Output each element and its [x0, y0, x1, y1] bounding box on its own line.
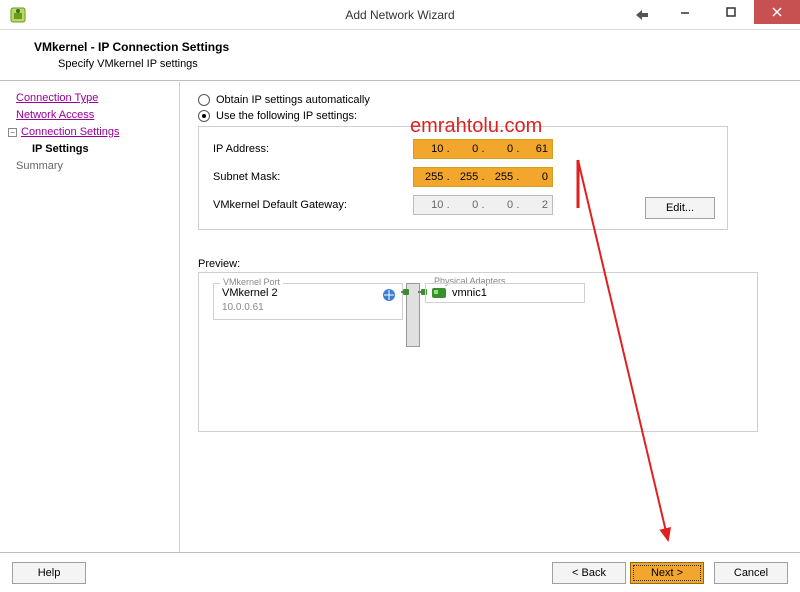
page-title: VMkernel - IP Connection Settings: [34, 40, 800, 54]
subnet-mask-label: Subnet Mask:: [213, 171, 413, 183]
ip-address-label: IP Address:: [213, 143, 413, 155]
ip-octet[interactable]: 255: [488, 171, 513, 183]
radio-auto-ip[interactable]: [198, 94, 210, 106]
subnet-mask-input[interactable]: 255. 255. 255. 0: [413, 167, 553, 187]
window-titlebar: Add Network Wizard: [0, 0, 800, 30]
radio-row-manual[interactable]: Use the following IP settings:: [198, 110, 788, 122]
minimize-button[interactable]: [662, 0, 708, 24]
network-preview: VMkernel Port VMkernel 2 10.0.0.61 Physi…: [198, 272, 758, 432]
wizard-footer: Help < Back Next > Cancel: [0, 552, 800, 592]
help-button[interactable]: Help: [12, 562, 86, 584]
ip-octet[interactable]: 10: [418, 143, 443, 155]
close-button[interactable]: [754, 0, 800, 24]
radio-manual-label: Use the following IP settings:: [216, 110, 357, 122]
preview-label: Preview:: [198, 258, 788, 270]
gateway-label: VMkernel Default Gateway:: [213, 199, 413, 211]
ip-octet: 10: [418, 199, 443, 211]
vmkernel-group-label: VMkernel Port: [220, 277, 283, 287]
physical-adapter-name: vmnic1: [452, 287, 487, 299]
physical-adapter-group: vmnic1: [425, 283, 585, 303]
wizard-header: VMkernel - IP Connection Settings Specif…: [0, 30, 800, 81]
wizard-main-panel: Obtain IP settings automatically Use the…: [180, 82, 800, 557]
ip-octet[interactable]: 255: [418, 171, 443, 183]
window-controls: [662, 0, 800, 24]
step-network-access[interactable]: Network Access: [6, 107, 173, 123]
wizard-body: Connection Type Network Access − Connect…: [0, 81, 800, 557]
ip-octet[interactable]: 0: [523, 171, 548, 183]
restore-down-hint-icon: [634, 7, 650, 23]
ip-settings-group: IP Address: 10. 0. 0. 61 Subnet Mask: 25…: [198, 126, 728, 230]
vmkernel-ip: 10.0.0.61: [222, 302, 402, 313]
ip-octet: 0: [453, 199, 478, 211]
step-summary: Summary: [6, 158, 173, 174]
ip-octet: 2: [523, 199, 548, 211]
ip-octet[interactable]: 61: [523, 143, 548, 155]
ip-octet: 0: [488, 199, 513, 211]
edit-gateway-button[interactable]: Edit...: [645, 197, 715, 219]
ip-octet[interactable]: 255: [453, 171, 478, 183]
wizard-steps-sidebar: Connection Type Network Access − Connect…: [0, 82, 180, 557]
nic-icon: [432, 288, 446, 298]
radio-manual-ip[interactable]: [198, 110, 210, 122]
page-subtitle: Specify VMkernel IP settings: [58, 58, 800, 70]
ip-octet[interactable]: 0: [488, 143, 513, 155]
maximize-button[interactable]: [708, 0, 754, 24]
vmkernel-icon: [382, 288, 396, 305]
cancel-button[interactable]: Cancel: [714, 562, 788, 584]
connector-dot-icon: [403, 289, 409, 295]
step-ip-settings: IP Settings: [6, 141, 173, 157]
vmkernel-port-group: VMkernel Port VMkernel 2 10.0.0.61: [213, 283, 403, 320]
vmkernel-name: VMkernel 2: [222, 287, 402, 299]
ip-address-input[interactable]: 10. 0. 0. 61: [413, 139, 553, 159]
radio-auto-label: Obtain IP settings automatically: [216, 94, 370, 106]
vsphere-icon: [4, 1, 32, 29]
radio-row-auto[interactable]: Obtain IP settings automatically: [198, 94, 788, 106]
next-button[interactable]: Next >: [630, 562, 704, 584]
step-connection-settings[interactable]: Connection Settings: [21, 124, 119, 140]
ip-octet[interactable]: 0: [453, 143, 478, 155]
tree-collapse-icon[interactable]: −: [8, 128, 17, 137]
gateway-display: 10. 0. 0. 2: [413, 195, 553, 215]
step-connection-type[interactable]: Connection Type: [6, 90, 173, 106]
back-button[interactable]: < Back: [552, 562, 626, 584]
